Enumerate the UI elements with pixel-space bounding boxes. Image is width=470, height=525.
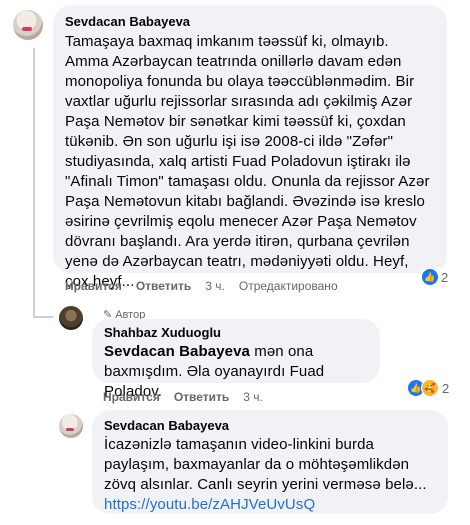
like-button[interactable]: Нравится [65,279,122,293]
comment-bubble: Shahbaz Xuduoglu Sevdacan Babayeva mən o… [92,319,380,400]
care-reaction-icon: 🥰 [421,379,439,397]
reply-button[interactable]: Ответить [136,279,191,293]
avatar[interactable] [59,414,83,438]
avatar[interactable] [13,10,43,40]
youtube-link[interactable]: https://youtu.be/zAHJVeUvUsQ [104,495,436,515]
reaction-summary[interactable]: 👍 2 [419,268,452,286]
reaction-summary[interactable]: 👍 🥰 2 [405,378,453,398]
comment-author[interactable]: Sevdacan Babayeva [104,418,436,433]
edited-label: Отредактировано [238,279,338,293]
comment-bubble: Sevdacan Babayeva Tamaşaya baxmaq imkanı… [53,5,447,290]
reply-button[interactable]: Ответить [174,390,229,404]
reply-thread-branch [33,316,53,318]
reply-thread-line [33,48,35,318]
mention-link[interactable]: Sevdacan Babayeva [104,343,250,360]
comment-author[interactable]: Shahbaz Xuduoglu [104,325,368,340]
reaction-count: 2 [441,269,449,285]
comment-author[interactable]: Sevdacan Babayeva [65,14,435,29]
timestamp[interactable]: 3 ч. [205,279,225,293]
comment-actions: Нравится Ответить 3 ч. [103,390,277,404]
comment-actions: Нравится Ответить 3 ч. Отредактировано [65,279,352,293]
comment-bubble: Sevdacan Babayeva İcazənizlə tamaşanın v… [92,410,448,514]
comment-text: Tamaşaya baxmaq imkanım təəssüf ki, olma… [65,33,430,290]
like-button[interactable]: Нравится [103,390,160,404]
comment-text: İcazənizlə tamaşanın video-linkini burda… [104,436,427,493]
timestamp[interactable]: 3 ч. [243,390,263,404]
avatar[interactable] [59,306,83,330]
like-reaction-icon: 👍 [422,269,438,285]
reaction-count: 2 [442,380,450,396]
